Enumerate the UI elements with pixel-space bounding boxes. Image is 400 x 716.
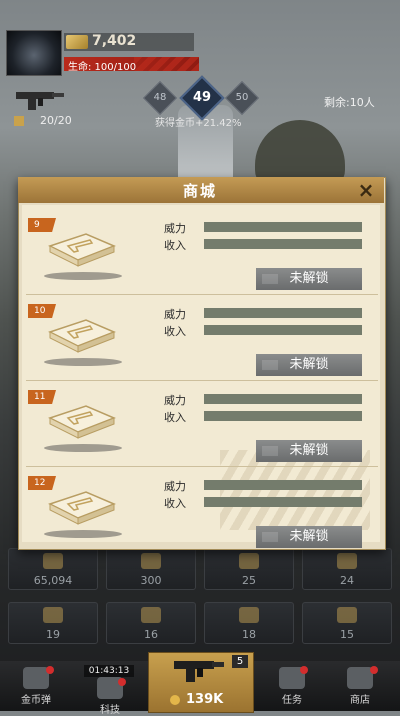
- power-label: 威力: [164, 480, 186, 493]
- shop-item: 9 威力 收入 未解锁: [26, 210, 378, 295]
- power-bar: [204, 480, 362, 490]
- grid-cell-value: 65,094: [33, 574, 73, 587]
- health-label: 生命: 100/100: [68, 62, 137, 73]
- notification-dot: [370, 666, 378, 674]
- grid-cell[interactable]: 18: [204, 602, 294, 644]
- close-button[interactable]: ×: [352, 177, 380, 203]
- level-next-label: 50: [235, 92, 249, 103]
- power-label: 威力: [164, 394, 186, 407]
- locked-button[interactable]: 未解锁: [256, 440, 362, 462]
- coin-amount: 7,402: [92, 33, 137, 49]
- nav-tasks[interactable]: 任务: [262, 663, 322, 709]
- ticket-icon: [43, 607, 63, 623]
- ticket-icon: [141, 553, 161, 569]
- income-label: 收入: [164, 497, 186, 510]
- nav-label: 任务: [282, 695, 302, 706]
- item-shadow: [44, 358, 122, 366]
- income-label: 收入: [164, 325, 186, 338]
- power-label: 威力: [164, 308, 186, 321]
- grid-cell-value: 18: [242, 628, 256, 641]
- coin-bonus-text: 获得金币+21.42%: [155, 118, 242, 129]
- ticket-icon: [141, 607, 161, 623]
- grid-cell[interactable]: 19: [8, 602, 98, 644]
- item-shadow: [44, 272, 122, 280]
- grid-cell-value: 300: [140, 574, 162, 587]
- grid-cell[interactable]: 65,094: [8, 548, 98, 590]
- grid-cell[interactable]: 300: [106, 548, 196, 590]
- nav-shop[interactable]: 商店: [330, 663, 390, 709]
- income-bar: [204, 411, 362, 421]
- health-bar-stripes: [134, 57, 199, 71]
- weapon-level-badge: 5: [232, 655, 248, 668]
- income-label: 收入: [164, 411, 186, 424]
- item-shadow: [44, 530, 122, 538]
- notification-dot: [300, 666, 308, 674]
- power-bar: [204, 222, 362, 232]
- ticket-icon: [337, 607, 357, 623]
- remaining-players: 剩余:10人: [324, 96, 375, 109]
- nav-label: 商店: [350, 695, 370, 706]
- locked-gun-brick-icon: [48, 491, 116, 525]
- coin-icon: [170, 695, 180, 705]
- locked-gun-brick-icon: [48, 319, 116, 353]
- grid-cell[interactable]: 15: [302, 602, 392, 644]
- grid-cell-value: 16: [144, 628, 158, 641]
- grid-cell-value: 25: [242, 574, 256, 587]
- income-label: 收入: [164, 239, 186, 252]
- gun-icon: [16, 92, 64, 110]
- coin-icon: [43, 553, 63, 569]
- ticket-icon: [239, 607, 259, 623]
- weapon-icon: [174, 661, 224, 682]
- nav-tech[interactable]: 科技: [80, 663, 140, 716]
- level-prev-label: 48: [153, 92, 167, 103]
- shop-title: 商城: [182, 182, 217, 200]
- weapon-price: 139K: [186, 692, 224, 707]
- level-prev: 48: [143, 81, 177, 115]
- item-shadow: [44, 444, 122, 452]
- locked-button[interactable]: 未解锁: [256, 268, 362, 290]
- income-bar: [204, 497, 362, 507]
- power-bar: [204, 308, 362, 318]
- nav-label: 金币弹: [21, 695, 51, 706]
- nav-gold-bullet[interactable]: 金币弹: [6, 663, 66, 709]
- income-bar: [204, 325, 362, 335]
- ammo-icon: [14, 116, 24, 126]
- grid-cell-value: 24: [340, 574, 354, 587]
- locked-gun-brick-icon: [48, 405, 116, 439]
- gold-bar-icon: [66, 35, 88, 49]
- locked-button[interactable]: 未解锁: [256, 354, 362, 376]
- level-current-label: 49: [192, 90, 212, 105]
- shop-item: 10 威力 收入 未解锁: [26, 296, 378, 381]
- locked-gun-brick-icon: [48, 233, 116, 267]
- power-label: 威力: [164, 222, 186, 235]
- notification-dot: [46, 666, 54, 674]
- grid-cell-value: 15: [340, 628, 354, 641]
- power-bar: [204, 394, 362, 404]
- player-avatar[interactable]: [6, 30, 62, 76]
- ticket-icon: [337, 553, 357, 569]
- shop-item: 11 威力 收入 未解锁: [26, 382, 378, 467]
- shop-item: 12 威力 收入 未解锁: [26, 468, 378, 552]
- notification-dot: [118, 678, 126, 686]
- grid-cell[interactable]: 16: [106, 602, 196, 644]
- grid-cell[interactable]: 24: [302, 548, 392, 590]
- grid-cell[interactable]: 25: [204, 548, 294, 590]
- locked-button[interactable]: 未解锁: [256, 526, 362, 548]
- ticket-icon: [239, 553, 259, 569]
- income-bar: [204, 239, 362, 249]
- ammo-count: 20/20: [40, 114, 72, 127]
- grid-cell-value: 19: [46, 628, 60, 641]
- nav-label: 科技: [100, 705, 120, 716]
